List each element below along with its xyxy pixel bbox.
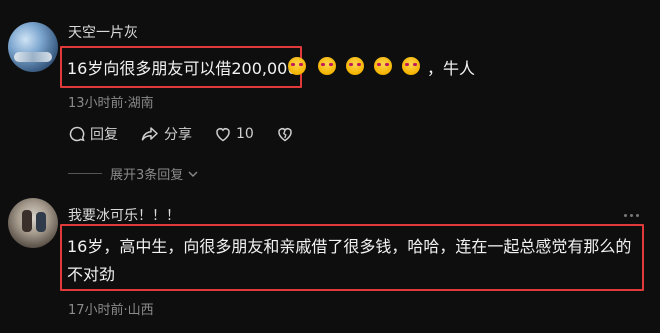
- comment-actions: 回复 分享 10: [68, 124, 320, 144]
- more-icon[interactable]: [624, 214, 642, 217]
- expand-replies[interactable]: 展开3条回复: [68, 164, 200, 183]
- avatar[interactable]: [8, 198, 58, 248]
- like-count: 10: [236, 126, 254, 142]
- dislike-button[interactable]: [276, 125, 298, 143]
- avatar[interactable]: [8, 22, 58, 72]
- reply-icon: [69, 126, 85, 142]
- emoji-icon: [346, 57, 364, 75]
- username[interactable]: 我要冰可乐！！！: [68, 205, 180, 225]
- share-label: 分享: [164, 127, 192, 143]
- username[interactable]: 天空一片灰: [68, 22, 138, 42]
- comment-text: 16岁向很多朋友可以借200,000: [67, 59, 298, 78]
- chevron-down-icon: [188, 171, 198, 177]
- reply-button[interactable]: 回复: [68, 124, 118, 144]
- emoji-icon: [318, 57, 336, 75]
- comment-tail-text: ，牛人: [427, 59, 476, 78]
- comment-meta: 17小时前·山西: [68, 303, 154, 318]
- emoji-icon: [402, 57, 420, 75]
- emoji-icon: [288, 57, 306, 75]
- comment-text: 16岁，高中生，向很多朋友和亲戚借了很多钱，哈哈，连在一起总感觉有那么的不对劲: [67, 237, 632, 284]
- comment-meta: 13小时前·湖南: [68, 96, 154, 111]
- dislike-icon: [278, 128, 292, 142]
- expand-label: 展开3条回复: [110, 168, 184, 183]
- share-button[interactable]: 分享: [140, 124, 192, 144]
- divider: [68, 173, 102, 174]
- like-icon: [216, 128, 230, 142]
- emoji-icon: [374, 57, 392, 75]
- like-button[interactable]: 10: [214, 125, 254, 143]
- reply-label: 回复: [90, 127, 118, 143]
- share-icon: [141, 127, 158, 141]
